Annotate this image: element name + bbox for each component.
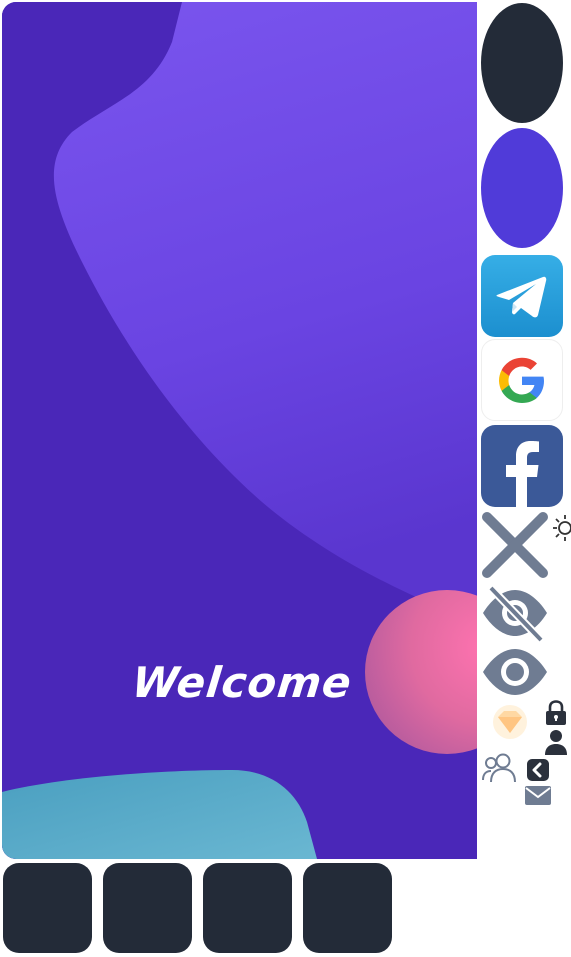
eye-icon[interactable] xyxy=(481,646,549,698)
facebook-login-button[interactable] xyxy=(481,425,563,507)
dark-pill-button[interactable] xyxy=(481,3,563,123)
bottom-tile-1[interactable] xyxy=(3,863,92,953)
chevron-left-icon[interactable] xyxy=(526,758,550,782)
eye-off-icon[interactable] xyxy=(481,584,549,642)
purple-pill-button[interactable] xyxy=(481,128,563,248)
gem-icon xyxy=(493,705,527,739)
bottom-tile-2[interactable] xyxy=(103,863,192,953)
splash-background-art xyxy=(2,2,477,859)
facebook-icon xyxy=(506,441,539,507)
close-icon[interactable] xyxy=(481,512,549,578)
telegram-login-button[interactable] xyxy=(481,255,563,337)
welcome-splash: Welcome xyxy=(2,2,477,859)
teal-shape xyxy=(2,770,317,859)
user-icon xyxy=(545,730,567,755)
sun-icon xyxy=(553,515,571,541)
google-icon xyxy=(499,357,544,403)
telegram-icon xyxy=(496,276,547,318)
welcome-heading: Welcome xyxy=(129,658,355,707)
sprite-sheet: Welcome xyxy=(0,0,571,957)
bottom-tile-3[interactable] xyxy=(203,863,292,953)
lock-icon xyxy=(546,700,566,725)
mail-icon xyxy=(525,786,551,805)
bottom-tile-4[interactable] xyxy=(303,863,392,953)
google-login-button[interactable] xyxy=(481,339,563,421)
users-icon xyxy=(482,753,516,783)
